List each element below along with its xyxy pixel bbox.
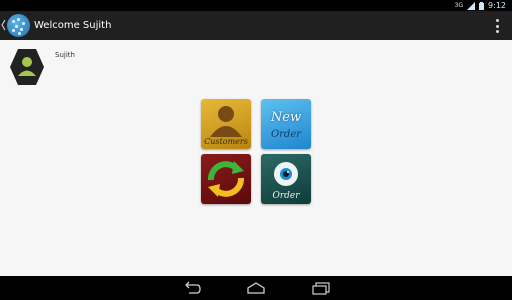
order-tile[interactable]: Order [261, 154, 311, 204]
status-time: 9:12 [488, 1, 506, 10]
profile-name: Sujith [55, 51, 75, 59]
customers-tile[interactable]: Customers [201, 99, 251, 149]
battery-icon [479, 1, 485, 10]
order-label: Order [272, 191, 300, 201]
overflow-menu-icon[interactable] [494, 19, 500, 33]
signal-icon [467, 1, 476, 10]
new-order-label-line2: Order [270, 129, 302, 140]
new-order-label-line1: New [270, 110, 302, 125]
status-bar: 3G 9:12 [0, 0, 512, 11]
back-button-icon[interactable] [182, 281, 202, 295]
sync-tile[interactable] [201, 154, 251, 204]
avatar [9, 48, 45, 86]
network-type: 3G [454, 2, 464, 9]
customers-label: Customers [204, 137, 248, 146]
sync-arrows-icon [208, 161, 244, 197]
action-bar: Welcome Sujith [0, 11, 512, 40]
recent-apps-button-icon[interactable] [311, 281, 331, 295]
back-chevron-icon[interactable] [1, 19, 6, 31]
navigation-bar [0, 276, 512, 300]
page-title: Welcome Sujith [34, 20, 112, 31]
app-logo-icon[interactable] [7, 14, 30, 37]
new-order-tile[interactable]: New Order [261, 99, 311, 149]
home-button-icon[interactable] [246, 281, 266, 295]
